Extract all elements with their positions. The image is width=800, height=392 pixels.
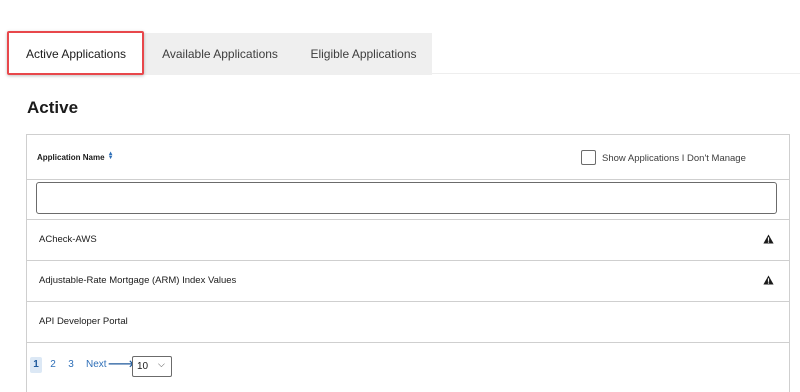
tab-active-applications[interactable]: Active Applications (10, 33, 142, 75)
applications-panel: Application Name ▲ ▼ Show Applications I D… (26, 134, 790, 392)
warning-icon (763, 275, 774, 285)
section-title: Active (27, 98, 79, 117)
column-header-application-name[interactable]: Application Name ▲ ▼ (37, 151, 114, 162)
application-filter-input[interactable] (36, 182, 777, 214)
application-name-link[interactable]: ACheck-AWS (39, 234, 97, 245)
next-page-label: Next (86, 359, 107, 370)
arrow-right-icon: 🡒 (107, 359, 135, 370)
sort-icon[interactable]: ▲ ▼ (108, 151, 114, 162)
application-name-link[interactable]: API Developer Portal (39, 316, 128, 327)
application-name-link[interactable]: Adjustable-Rate Mortgage (ARM) Index Val… (39, 275, 236, 286)
application-list: ACheck-AWS Adjustable-Rate Mortgage (ARM… (27, 219, 789, 343)
table-row: Adjustable-Rate Mortgage (ARM) Index Val… (27, 260, 789, 301)
table-header: Application Name ▲ ▼ Show Applications I D… (27, 135, 789, 179)
tab-bar: Active Applications Available Applicatio… (10, 33, 800, 75)
chevron-down-icon: ⌵ (158, 359, 165, 369)
filter-row (27, 179, 789, 220)
show-unmanaged-checkbox[interactable] (581, 150, 596, 165)
tab-available-applications[interactable]: Available Applications (155, 33, 285, 75)
next-page-button[interactable]: Next🡒 (86, 357, 134, 373)
page-size-value: 10 (137, 361, 149, 372)
column-header-label: Application Name (37, 153, 105, 162)
page-3-button[interactable]: 3 (65, 357, 77, 373)
page-2-button[interactable]: 2 (47, 357, 59, 373)
warning-icon (763, 234, 774, 244)
table-row: ACheck-AWS (27, 219, 789, 260)
tab-divider (432, 73, 800, 74)
show-unmanaged-label[interactable]: Show Applications I Don't Manage (602, 153, 746, 164)
page-1-button[interactable]: 1 (30, 357, 42, 373)
tab-eligible-applications[interactable]: Eligible Applications (300, 33, 427, 75)
table-row: API Developer Portal (27, 301, 789, 343)
page-size-select[interactable]: 10 ⌵ (132, 356, 172, 377)
